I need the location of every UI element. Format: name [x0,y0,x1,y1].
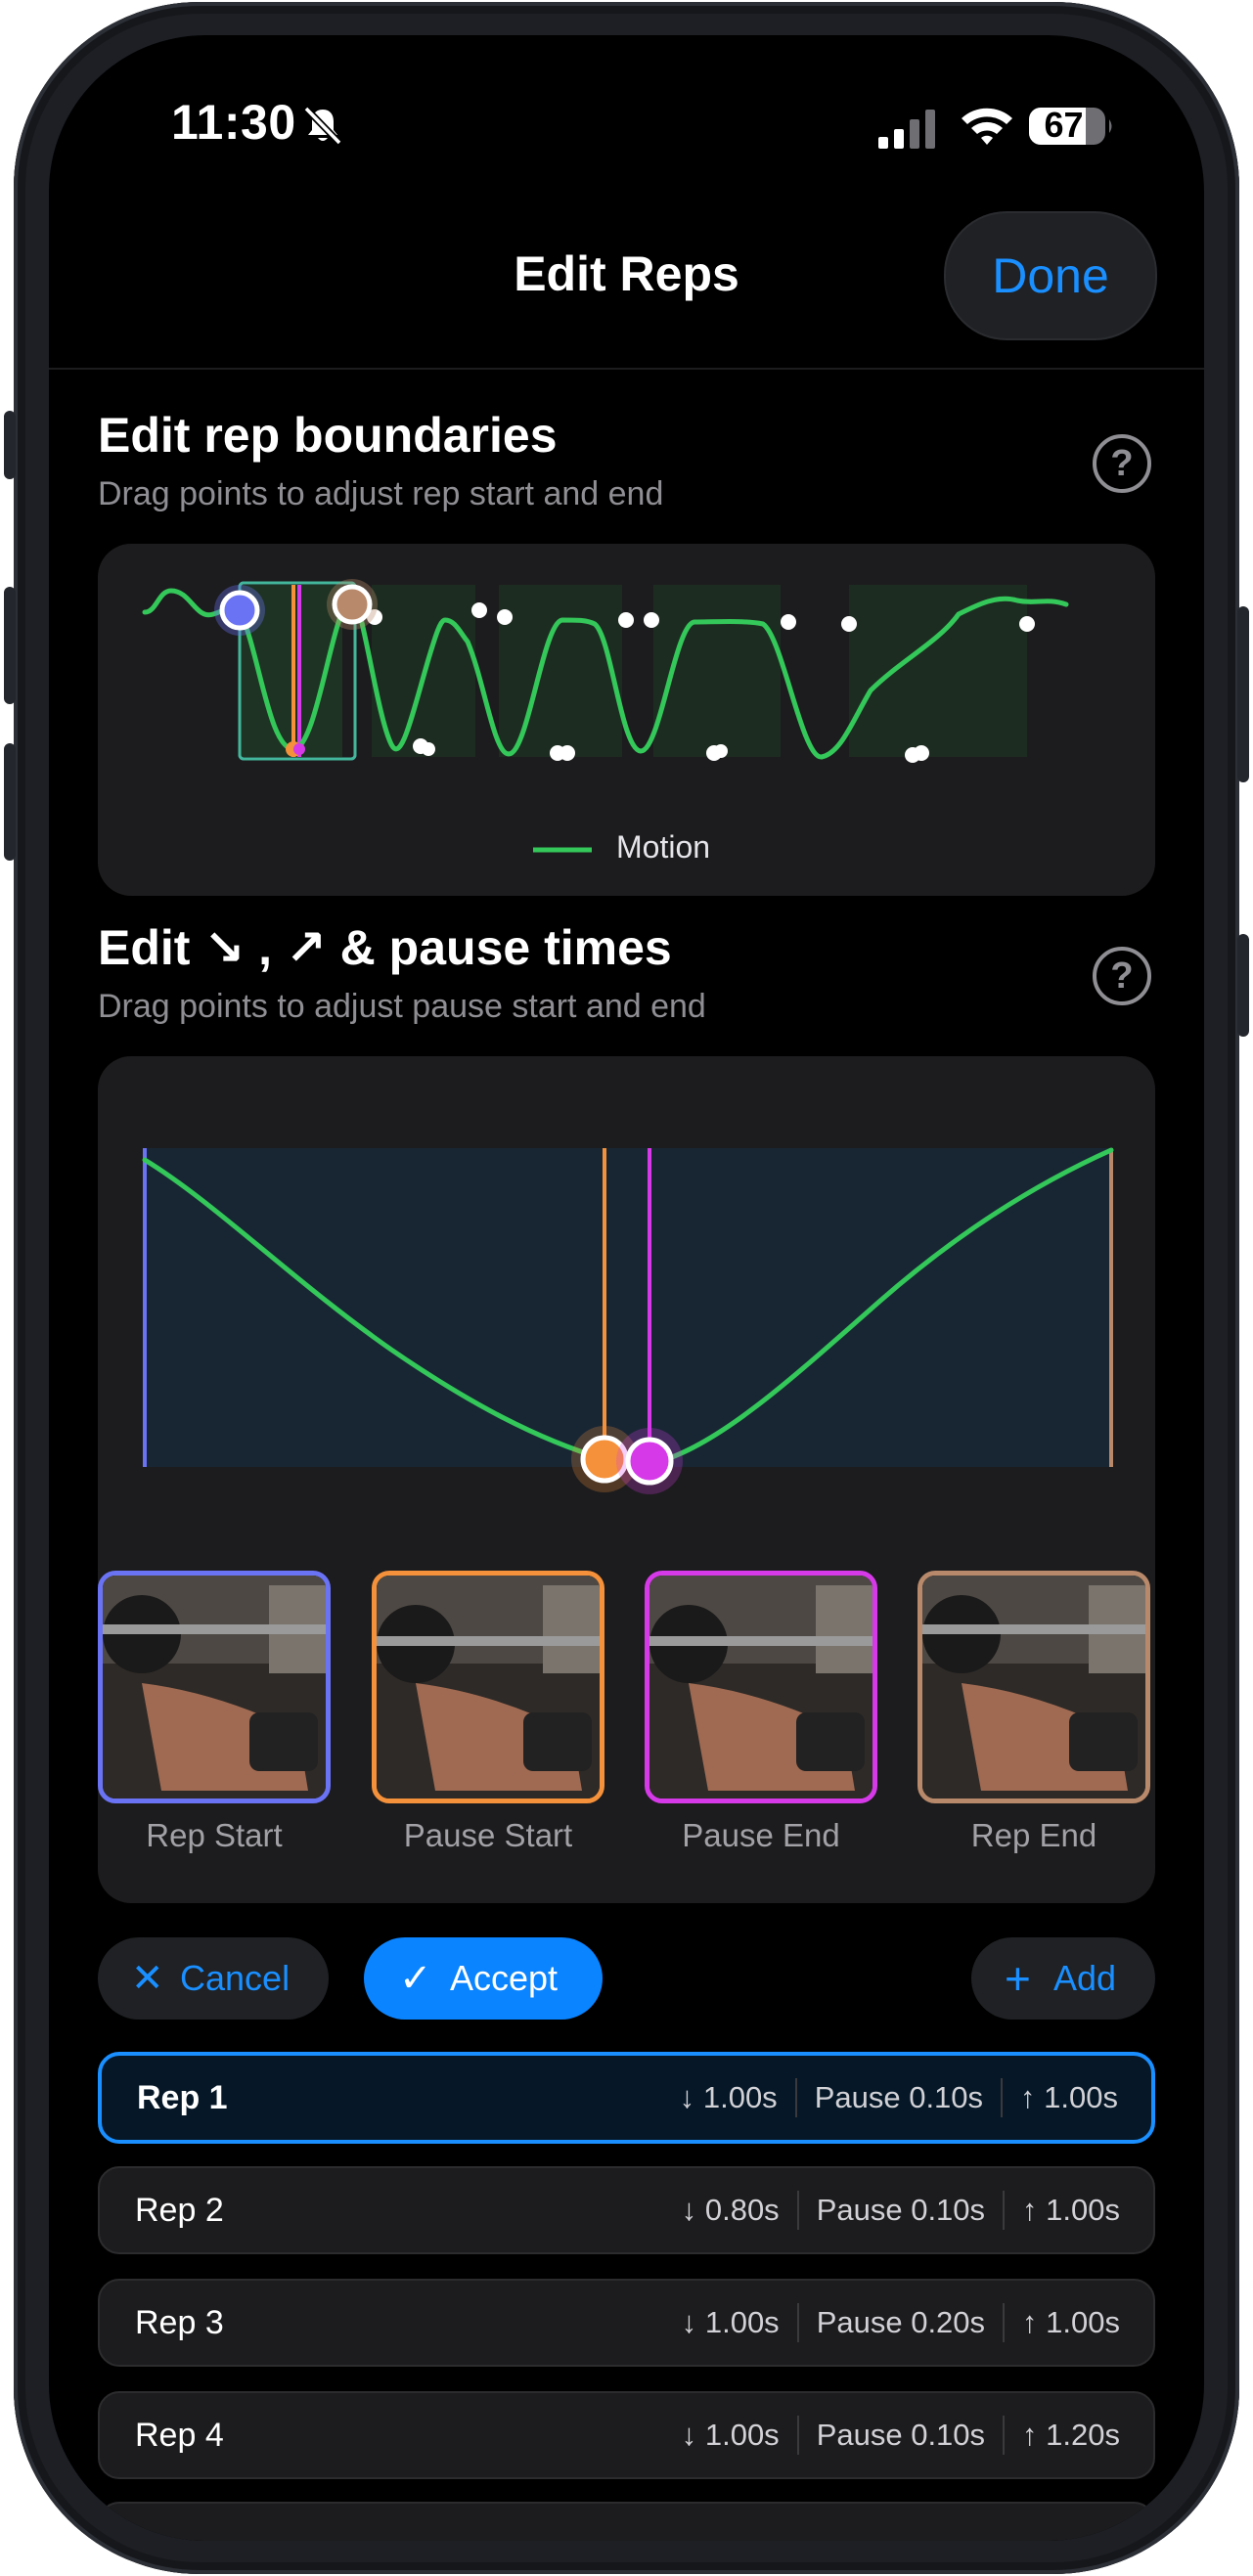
nav-divider [49,368,1204,370]
rep-row-5-partial[interactable] [98,2502,1155,2541]
rep-region-5 [849,585,1027,757]
rep-up-time: ↑ 1.00s [1022,2193,1120,2227]
rep-name: Rep 2 [135,2192,224,2229]
action-button [1237,934,1249,1037]
checkmark-icon: ✓ [399,1957,432,2000]
bench-press-image [649,1576,873,1799]
rep-pause-time: Pause 0.20s [816,2305,986,2339]
thumb-label-pause-start: Pause Start [403,1817,573,1853]
bench-press-image [377,1576,600,1799]
rep-row-2[interactable]: Rep 2 ↓ 0.80s Pause 0.10s ↑ 1.00s [98,2166,1155,2254]
rep-name: Rep 3 [135,2304,224,2341]
accept-label: Accept [450,1958,559,1998]
done-button[interactable]: Done [944,211,1157,340]
volume-down-button [4,743,16,861]
pause-subtitle: Drag points to adjust pause start and en… [98,988,706,1025]
rep-up-time: ↑ 1.00s [1022,2305,1120,2339]
rep-pause-time: Pause 0.10s [816,2418,986,2452]
thumb-label-rep-end: Rep End [970,1817,1097,1853]
thumb-label-rep-start: Rep Start [146,1817,283,1853]
battery-level: 67 [1044,105,1084,145]
rep-name: Rep 4 [135,2417,224,2454]
boundaries-title: Edit rep boundaries [98,408,558,463]
bench-press-image [103,1576,326,1799]
close-icon: ✕ [131,1957,164,2000]
cellular-signal-icon [878,110,935,149]
rep-name: Rep 1 [137,2079,228,2116]
status-time: 11:30 [171,95,296,150]
rep-row-4[interactable]: Rep 4 ↓ 1.00s Pause 0.10s ↑ 1.20s [98,2391,1155,2479]
boundaries-chart-card: Motion [98,544,1155,896]
thumb-label-pause-end: Pause End [682,1817,840,1853]
thumb-rep-end[interactable] [917,1571,1150,1803]
rep-metrics: ↓ 0.80s Pause 0.10s ↑ 1.00s [682,2168,1120,2252]
cancel-label: Cancel [180,1958,291,1998]
rep-metrics: ↓ 1.00s Pause 0.10s ↑ 1.20s [682,2393,1120,2477]
pause-chart[interactable] [98,1056,1155,1506]
rep-region-3 [499,585,622,757]
rep-up-time: ↑ 1.00s [1020,2080,1118,2114]
rep-row-3[interactable]: Rep 3 ↓ 1.00s Pause 0.20s ↑ 1.00s [98,2279,1155,2367]
wifi-icon [962,108,1012,145]
pause-title: Edit ↘ , ↗ & pause times [98,920,672,975]
screen: 11:30 67 Edit Reps Done Edit rep boundar… [49,35,1204,2541]
rep-metrics: ↓ 1.00s Pause 0.10s ↑ 1.00s [680,2056,1118,2140]
rep-down-time: ↓ 1.00s [679,2080,778,2114]
cancel-button[interactable]: ✕ Cancel [98,1937,329,2020]
thumb-pause-start[interactable] [372,1571,604,1803]
bench-press-image [922,1576,1145,1799]
rep-down-time: ↓ 1.00s [681,2418,780,2452]
rep-down-time: ↓ 0.80s [681,2193,780,2227]
rep-end-handle [332,584,373,625]
pause-end-handle [625,1437,674,1486]
power-button [1237,606,1249,782]
rep-pause-time: Pause 0.10s [814,2080,984,2114]
bell-slash-icon [303,106,342,146]
rep-metrics: ↓ 1.00s Pause 0.20s ↑ 1.00s [682,2281,1120,2365]
rep-up-time: ↑ 1.20s [1022,2418,1120,2452]
rep-start-handle [219,590,260,631]
thumb-rep-start[interactable] [98,1571,331,1803]
boundaries-help-button[interactable]: ? [1093,434,1151,493]
rep-down-time: ↓ 1.00s [681,2305,780,2339]
rep-pause-time: Pause 0.10s [816,2193,986,2227]
rep-row-1[interactable]: Rep 1 ↓ 1.00s Pause 0.10s ↑ 1.00s [98,2052,1155,2144]
volume-up-button [4,587,16,704]
add-button[interactable]: + Add [971,1937,1155,2020]
pause-end-point [293,743,305,755]
boundaries-subtitle: Drag points to adjust rep start and end [98,475,664,512]
plus-icon: + [1005,1953,1031,2004]
side-button [4,411,16,479]
pause-chart-area [145,1148,1113,1467]
accept-button[interactable]: ✓ Accept [364,1937,603,2020]
legend-label: Motion [616,829,711,865]
thumb-pause-end[interactable] [645,1571,877,1803]
add-label: Add [1053,1958,1117,1998]
pause-help-button[interactable]: ? [1093,947,1151,1005]
